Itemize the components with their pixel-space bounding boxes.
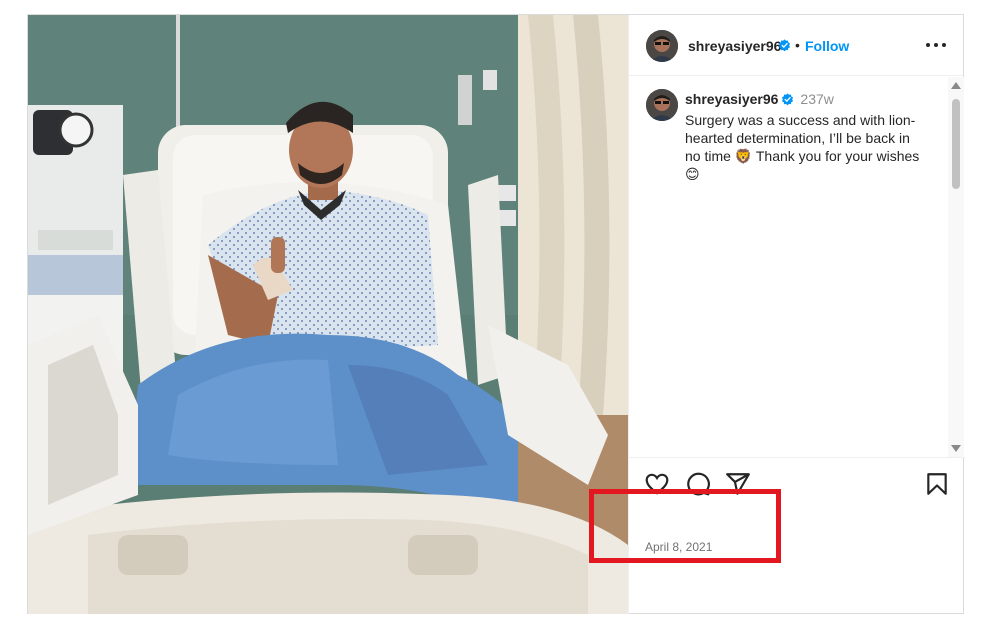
scroll-up-arrow-icon[interactable]: [951, 82, 961, 89]
author-avatar[interactable]: [646, 30, 678, 62]
verified-badge-icon: [782, 93, 794, 106]
caption-time-ago[interactable]: 237w: [800, 91, 833, 107]
red-highlight-box: [589, 489, 781, 563]
verified-badge-icon: [778, 39, 791, 52]
instagram-post: shreyasiyer96 • Follow shreyasiyer96 237…: [27, 14, 965, 614]
post-header: shreyasiyer96 • Follow: [629, 15, 965, 76]
hospital-bed-photo: [28, 15, 628, 614]
separator-dot: •: [795, 37, 800, 53]
more-options-icon[interactable]: [924, 35, 948, 55]
avatar-image: [646, 30, 678, 62]
author-username[interactable]: shreyasiyer96: [688, 38, 781, 54]
bookmark-icon[interactable]: [924, 471, 950, 497]
comments-scrollbar[interactable]: [948, 77, 964, 457]
follow-button[interactable]: Follow: [805, 38, 849, 54]
post-photo[interactable]: [28, 15, 628, 614]
avatar-image: [646, 89, 678, 121]
scroll-down-arrow-icon[interactable]: [951, 445, 961, 452]
caption-text: Surgery was a success and with lion- hea…: [685, 112, 920, 182]
comments-section: shreyasiyer96 237w Surgery was a success…: [629, 77, 965, 457]
caption-username[interactable]: shreyasiyer96: [685, 91, 778, 107]
scrollbar-thumb[interactable]: [952, 99, 960, 189]
caption-author-avatar[interactable]: [646, 89, 678, 121]
caption-header: shreyasiyer96 237w: [685, 91, 945, 107]
